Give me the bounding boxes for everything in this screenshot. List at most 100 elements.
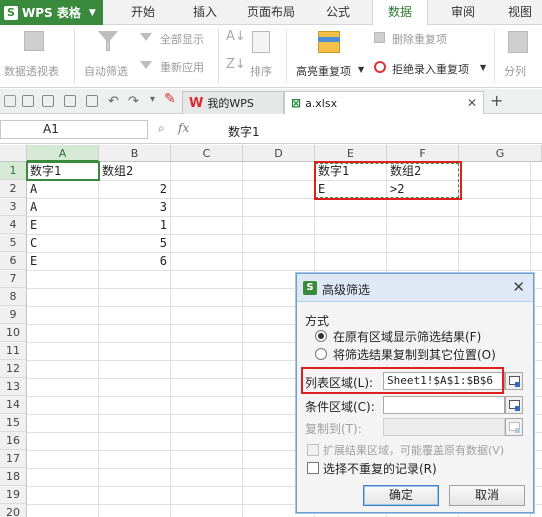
select-all-corner[interactable] (0, 145, 27, 162)
wps-app-menu-button[interactable]: S WPS 表格 ▼ (0, 0, 103, 25)
row-header-15[interactable]: 15 (0, 414, 27, 432)
cell-b5[interactable]: 5 (99, 234, 170, 252)
row-header-2[interactable]: 2 (0, 180, 27, 198)
column-header-b[interactable]: B (99, 145, 171, 162)
row-header-6[interactable]: 6 (0, 252, 27, 270)
pivot-table-button[interactable]: 数据透视表 (4, 63, 59, 79)
row-header-4[interactable]: 4 (0, 216, 27, 234)
customize-icon[interactable]: ▾ (150, 94, 155, 105)
open-folder-icon[interactable] (4, 95, 16, 107)
row-header-10[interactable]: 10 (0, 324, 27, 342)
row-header-1[interactable]: 1 (0, 162, 27, 180)
wps-logo-icon: S (303, 281, 317, 295)
chevron-down-icon: ▼ (358, 65, 365, 74)
tab-data[interactable]: 数据 (372, 0, 428, 26)
sort-button[interactable]: 排序 (250, 63, 272, 79)
tab-page-layout[interactable]: 页面布局 (240, 0, 302, 25)
cell-a6[interactable]: E (27, 252, 98, 270)
cell-a4[interactable]: E (27, 216, 98, 234)
cell-b4[interactable]: 1 (99, 216, 170, 234)
cell-b6[interactable]: 6 (99, 252, 170, 270)
autofilter-button[interactable]: 自动筛选 (84, 63, 128, 79)
row-header-9[interactable]: 9 (0, 306, 27, 324)
unique-records-checkbox[interactable] (307, 462, 319, 474)
row-header-17[interactable]: 17 (0, 450, 27, 468)
cell-a3[interactable]: A (27, 198, 98, 216)
cell-a5[interactable]: C (27, 234, 98, 252)
tab-home[interactable]: 开始 (118, 0, 168, 25)
row-header-3[interactable]: 3 (0, 198, 27, 216)
remove-duplicates-button[interactable]: 删除重复项 (392, 31, 447, 47)
tab-formulas[interactable]: 公式 (312, 0, 364, 25)
row-header-20[interactable]: 20 (0, 504, 27, 517)
save-icon[interactable] (22, 95, 34, 107)
search-icon[interactable]: ⌕ (158, 121, 165, 136)
tab-insert[interactable]: 插入 (180, 0, 230, 25)
column-header-f[interactable]: F (387, 145, 459, 162)
pen-icon[interactable]: ✎ (164, 91, 176, 107)
criteria-range-picker-icon[interactable] (505, 396, 523, 414)
tab-a-xlsx[interactable]: ⊠ a.xlsx ✕ (284, 91, 484, 114)
print-preview-icon[interactable] (64, 95, 76, 107)
cell-b1[interactable]: 数组2 (99, 162, 170, 180)
redo-icon[interactable]: ↷ (128, 94, 139, 109)
undo-icon[interactable]: ↶ (108, 94, 119, 109)
radio-copy-elsewhere-label[interactable]: 将筛选结果复制到其它位置(O) (333, 346, 496, 363)
unique-records-label[interactable]: 选择不重复的记录(R) (323, 460, 437, 477)
reapply-button[interactable]: 重新应用 (160, 59, 204, 75)
column-header-e[interactable]: E (315, 145, 387, 162)
row-header-5[interactable]: 5 (0, 234, 27, 252)
radio-in-place[interactable] (315, 330, 327, 342)
row-header-18[interactable]: 18 (0, 468, 27, 486)
show-all-button[interactable]: 全部显示 (160, 31, 204, 47)
row-header-7[interactable]: 7 (0, 270, 27, 288)
row-header-13[interactable]: 13 (0, 378, 27, 396)
new-tab-plus-icon[interactable]: + (490, 91, 503, 110)
cell-a2[interactable]: A (27, 180, 98, 198)
reject-duplicates-icon (374, 61, 386, 73)
row-header-16[interactable]: 16 (0, 432, 27, 450)
list-range-picker-icon[interactable] (505, 372, 523, 390)
cancel-button[interactable]: 取消 (449, 485, 525, 506)
reject-duplicates-button[interactable]: 拒绝录入重复项 (392, 61, 469, 77)
row-header-19[interactable]: 19 (0, 486, 27, 504)
close-icon[interactable]: ✕ (512, 278, 525, 296)
close-icon[interactable]: ✕ (467, 96, 477, 110)
row-header-8[interactable]: 8 (0, 288, 27, 306)
ok-button[interactable]: 确定 (363, 485, 439, 506)
cell-b3[interactable]: 3 (99, 198, 170, 216)
criteria-range-input[interactable] (383, 396, 505, 414)
print-icon[interactable] (42, 95, 54, 107)
ribbon-divider (218, 29, 219, 83)
row-header-14[interactable]: 14 (0, 396, 27, 414)
radio-in-place-label[interactable]: 在原有区域显示筛选结果(F) (333, 328, 481, 345)
split-columns-button[interactable]: 分列 (504, 63, 526, 79)
tab-view[interactable]: 视图 (498, 0, 542, 25)
column-header-a[interactable]: A (27, 145, 99, 162)
name-box[interactable]: A1 (0, 120, 148, 139)
export-icon[interactable] (86, 95, 98, 107)
radio-copy-elsewhere[interactable] (315, 348, 327, 360)
fx-icon[interactable]: fx (178, 121, 189, 135)
tab-review[interactable]: 审阅 (440, 0, 486, 25)
highlight-duplicates-button[interactable]: 高亮重复项 (296, 63, 351, 79)
app-title: WPS 表格 (22, 6, 81, 20)
column-header-c[interactable]: C (171, 145, 243, 162)
tab-my-wps[interactable]: W 我的WPS (182, 91, 284, 114)
column-header-d[interactable]: D (243, 145, 315, 162)
row-header-11[interactable]: 11 (0, 342, 27, 360)
highlight-band-icon (318, 37, 340, 42)
column-header-g[interactable]: G (459, 145, 542, 162)
sort-desc-icon: Z↓ (226, 57, 246, 72)
show-all-icon (140, 33, 152, 41)
advanced-filter-dialog: S 高级筛选 ✕ 方式 在原有区域显示筛选结果(F) 将筛选结果复制到其它位置(… (296, 273, 534, 513)
split-columns-icon (508, 31, 528, 53)
row-header-12[interactable]: 12 (0, 360, 27, 378)
dialog-title-bar[interactable]: S 高级筛选 ✕ (297, 274, 533, 302)
formula-input[interactable]: 数字1 (228, 123, 260, 140)
ribbon-divider (74, 29, 75, 83)
menu-bar: S WPS 表格 ▼ 开始 插入 页面布局 公式 数据 审阅 视图 (0, 0, 542, 26)
cell-b2[interactable]: 2 (99, 180, 170, 198)
chevron-down-icon: ▼ (480, 63, 487, 72)
expand-range-label: 扩展结果区域，可能覆盖原有数据(V) (323, 444, 505, 457)
